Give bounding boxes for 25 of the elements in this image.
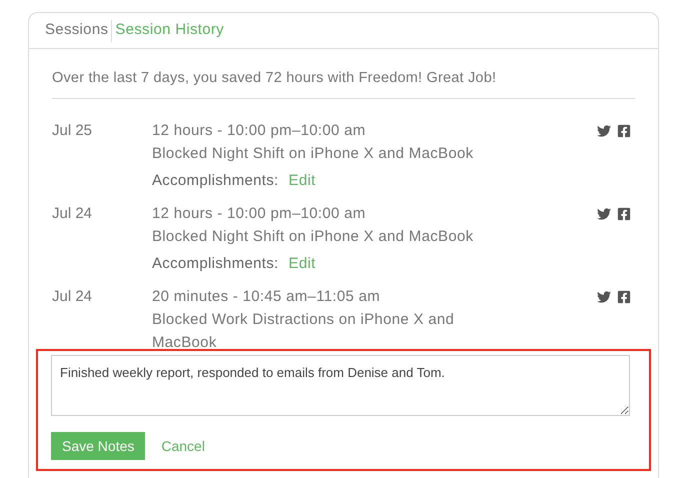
session-time: 12 hours - 10:00 pm–10:00 am [152, 121, 366, 141]
session-time: 12 hours - 10:00 pm–10:00 am [152, 204, 366, 224]
facebook-icon[interactable] [617, 207, 631, 221]
summary-text: Over the last 7 days, you saved 72 hours with Freedom! Great Job! [52, 69, 498, 88]
session-date: Jul 24 [52, 204, 94, 224]
twitter-bird-icon[interactable] [597, 290, 611, 304]
accomplishments-label: Accomplishments: [152, 171, 279, 191]
facebook-icon[interactable] [617, 290, 631, 304]
notes-field[interactable]: Finished weekly report, responded to emails from Denise and Tom. [51, 355, 630, 416]
tab[interactable]: Sessions [43, 19, 112, 42]
save-notes-button[interactable]: Save Notes [51, 432, 146, 460]
cancel-link[interactable]: Cancel [161, 436, 205, 456]
twitter-bird-icon[interactable] [597, 124, 611, 138]
session-date: Jul 24 [52, 287, 94, 307]
session-description: Blocked Night Shift on iPhone X and MacBook [152, 144, 474, 164]
twitter-bird-icon[interactable] [597, 207, 611, 221]
tab[interactable]: Session History [112, 19, 226, 42]
session-time: 20 minutes - 10:45 am–11:05 am [152, 287, 380, 307]
edit-link[interactable]: Edit [288, 252, 316, 275]
facebook-icon[interactable] [617, 124, 631, 138]
accomplishments-label: Accomplishments: [152, 254, 279, 274]
session-date: Jul 25 [52, 121, 94, 141]
edit-link[interactable]: Edit [288, 169, 316, 192]
session-description: Blocked Night Shift on iPhone X and MacBook [152, 227, 474, 247]
session-description: Blocked Work Distractions on iPhone X and MacBook [152, 310, 456, 353]
